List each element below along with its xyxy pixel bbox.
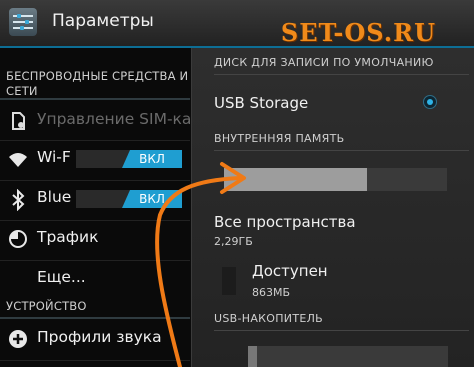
- annotation-arrow: [155, 162, 246, 367]
